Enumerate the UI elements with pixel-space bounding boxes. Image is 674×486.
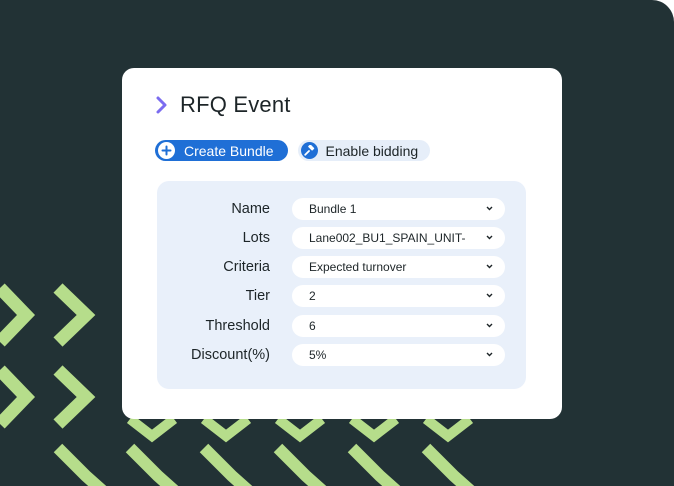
pattern-chevron [53,443,107,486]
pattern-chevron [0,365,36,429]
pattern-chevron [422,415,474,443]
field-label-discount: Discount(%) [191,347,270,363]
pattern-chevron [53,283,96,347]
lots-select[interactable]: Lane002_BU1_SPAIN_UNIT- [292,227,505,249]
form-row-lots: Lots Lane002_BU1_SPAIN_UNIT- [157,226,526,250]
discount-select[interactable]: 5% [292,344,505,366]
name-select[interactable]: Bundle 1 [292,198,505,220]
chevron-down-icon [486,206,493,211]
plus-circle-icon [158,142,175,159]
create-bundle-button[interactable]: Create Bundle [155,140,288,161]
field-label-criteria: Criteria [223,259,270,275]
create-bundle-label: Create Bundle [184,142,274,159]
field-label-threshold: Threshold [205,318,270,334]
name-value: Bundle 1 [309,202,357,216]
pattern-chevron [200,415,252,443]
enable-bidding-button[interactable]: Enable bidding [297,140,431,161]
pattern-chevron [274,415,326,443]
tier-select[interactable]: 2 [292,285,505,307]
form-row-criteria: Criteria Expected turnover [157,255,526,279]
chevron-down-icon [486,352,493,357]
pattern-chevron [273,443,327,486]
form-row-discount: Discount(%) 5% [157,343,526,367]
pattern-chevron [126,415,178,443]
chevron-down-icon [486,264,493,269]
form-row-threshold: Threshold 6 [157,314,526,338]
field-label-tier: Tier [245,288,270,304]
form-row-tier: Tier 2 [157,284,526,308]
lots-value: Lane002_BU1_SPAIN_UNIT- [309,231,466,245]
pattern-chevron [125,443,179,486]
chevron-down-icon [486,323,493,328]
threshold-select[interactable]: 6 [292,315,505,337]
discount-value: 5% [309,348,327,362]
bundle-form: Name Bundle 1 Lots Lane002_BU1_SPAIN_UNI… [157,181,526,389]
pattern-chevron [421,443,475,486]
pattern-chevron [0,283,36,347]
form-row-name: Name Bundle 1 [157,197,526,221]
card-header: RFQ Event [154,92,291,118]
action-bar: Create Bundle Enable bidding [155,140,431,161]
rfq-event-card: RFQ Event Create Bundle Enable bidding N… [122,68,562,419]
pattern-chevron [199,443,253,486]
field-label-name: Name [231,201,270,217]
threshold-value: 6 [309,319,316,333]
criteria-select[interactable]: Expected turnover [292,256,505,278]
enable-bidding-label: Enable bidding [325,142,419,159]
chevron-right-icon [156,96,167,114]
pattern-chevron [347,443,401,486]
chevron-down-icon [486,235,493,240]
app-background: RFQ Event Create Bundle Enable bidding N… [0,0,674,486]
chevron-down-icon [486,293,493,298]
pattern-chevron [348,415,400,443]
pattern-chevron [53,365,96,429]
tier-value: 2 [309,289,316,303]
criteria-value: Expected turnover [309,260,407,274]
hammer-icon [300,142,318,159]
field-label-lots: Lots [242,230,270,246]
page-title: RFQ Event [180,92,291,117]
